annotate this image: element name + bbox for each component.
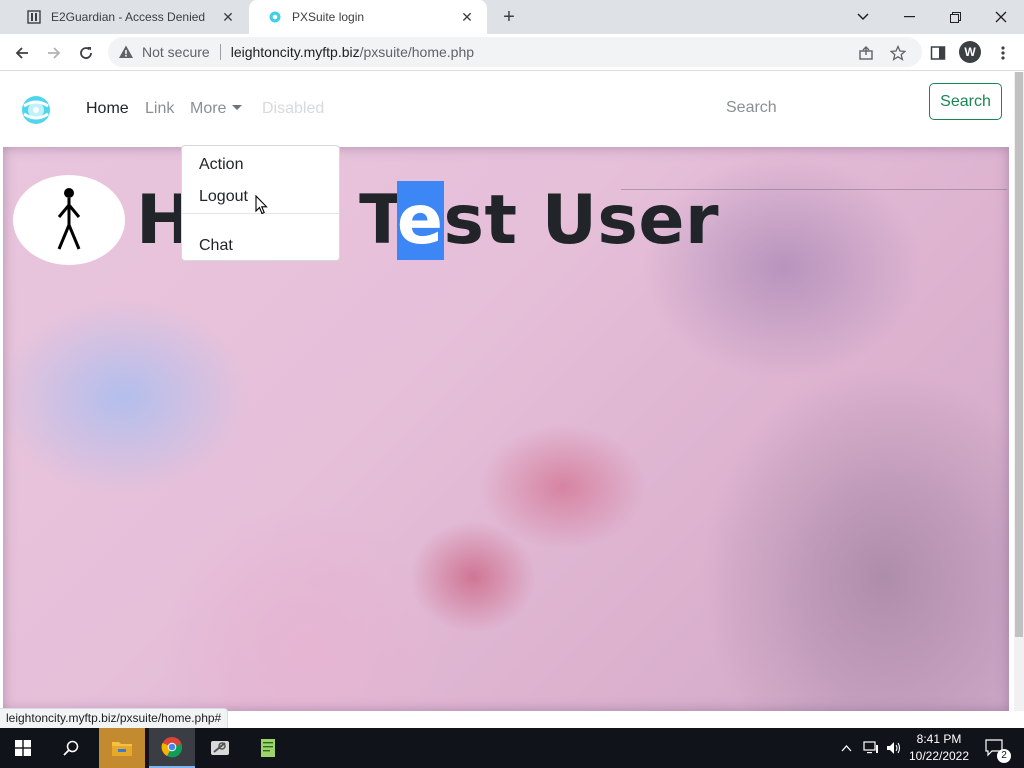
- tab-title: PXSuite login: [292, 10, 365, 24]
- clock-time: 8:41 PM: [916, 732, 962, 746]
- close-window-button[interactable]: [978, 0, 1024, 34]
- windows-logo-icon: [15, 740, 31, 756]
- site-navbar: Home Link More Disabled Search: [0, 72, 1014, 147]
- security-label[interactable]: Not secure: [142, 44, 210, 60]
- nav-more-label: More: [190, 100, 227, 117]
- file-explorer-icon[interactable]: [99, 728, 145, 768]
- dropdown-item-logout[interactable]: Logout: [199, 188, 248, 206]
- menu-kebab-icon[interactable]: [990, 40, 1016, 66]
- status-bubble: leightoncity.myftp.biz/pxsuite/home.php#: [0, 708, 229, 728]
- url-host: leightoncity.myftp.biz: [230, 44, 360, 60]
- close-tab-icon[interactable]: ✕: [459, 9, 475, 25]
- tab-pxsuite[interactable]: PXSuite login ✕: [249, 0, 487, 34]
- heading-t: T: [359, 181, 397, 260]
- omnibox-separator: [219, 44, 221, 60]
- windows-taskbar: 8:41 PM 10/22/2022 2: [0, 728, 1024, 768]
- browser-toolbar: Not secure leightoncity.myftp.biz/pxsuit…: [0, 34, 1024, 71]
- stick-figure-icon: [57, 188, 81, 250]
- chrome-icon[interactable]: [149, 728, 195, 768]
- volume-icon[interactable]: [883, 728, 905, 768]
- tab-search-icon[interactable]: [840, 0, 886, 34]
- pxsuite-logo-icon[interactable]: [20, 94, 52, 126]
- selected-text[interactable]: e: [396, 181, 444, 260]
- taskbar-clock[interactable]: 8:41 PM 10/22/2022: [906, 731, 972, 765]
- start-button[interactable]: [0, 728, 46, 768]
- nav-disabled: Disabled: [262, 100, 325, 117]
- forward-button[interactable]: [41, 40, 67, 66]
- clock-date: 10/22/2022: [908, 749, 970, 763]
- restore-button[interactable]: [932, 0, 978, 34]
- nav-home[interactable]: Home: [86, 100, 129, 118]
- caret-down-icon: [232, 105, 243, 110]
- user-avatar: [13, 175, 125, 265]
- url-path: /pxsuite/home.php: [359, 44, 475, 60]
- nav-link[interactable]: Link: [145, 100, 174, 118]
- hero-banner: Hello Test User: [3, 147, 1009, 711]
- heading-end: st User: [443, 181, 720, 260]
- address-bar[interactable]: Not secure leightoncity.myftp.biz/pxsuit…: [108, 37, 922, 67]
- search-icon[interactable]: [48, 728, 94, 768]
- share-icon[interactable]: [853, 40, 879, 66]
- network-icon[interactable]: [859, 728, 883, 768]
- tab-e2guardian[interactable]: E2Guardian - Access Denied ✕: [8, 0, 248, 34]
- tab-title: E2Guardian - Access Denied: [51, 10, 206, 24]
- search-button[interactable]: Search: [929, 83, 1002, 120]
- back-button[interactable]: [9, 40, 35, 66]
- mouse-cursor-icon: [255, 194, 269, 215]
- warning-icon[interactable]: [118, 44, 134, 60]
- pxsuite-logo-icon: [267, 9, 283, 25]
- chevron-up-icon[interactable]: [835, 728, 857, 768]
- web-page: Home Link More Disabled Search Hello Tes…: [0, 72, 1014, 711]
- minimize-button[interactable]: [886, 0, 932, 34]
- search-input[interactable]: [712, 89, 918, 127]
- dropdown-item-chat[interactable]: Chat: [199, 237, 233, 255]
- app-icon[interactable]: [197, 728, 243, 768]
- document-icon: [26, 9, 42, 25]
- dropdown-item-action[interactable]: Action: [199, 156, 243, 174]
- close-tab-icon[interactable]: ✕: [220, 9, 236, 25]
- bookmark-star-icon[interactable]: [885, 40, 911, 66]
- side-panel-icon[interactable]: [925, 40, 951, 66]
- new-tab-button[interactable]: +: [498, 6, 520, 28]
- nav-more-dropdown[interactable]: More: [190, 100, 243, 118]
- profile-avatar[interactable]: W: [959, 41, 981, 63]
- scrollbar-thumb[interactable]: [1015, 72, 1023, 637]
- notification-center-icon[interactable]: 2: [980, 728, 1011, 768]
- notepad-icon[interactable]: [245, 728, 291, 768]
- notification-count-badge: 2: [997, 749, 1011, 763]
- tab-strip: E2Guardian - Access Denied ✕ PXSuite log…: [0, 0, 1024, 34]
- reload-button[interactable]: [73, 40, 99, 66]
- page-scrollbar[interactable]: [1014, 72, 1024, 711]
